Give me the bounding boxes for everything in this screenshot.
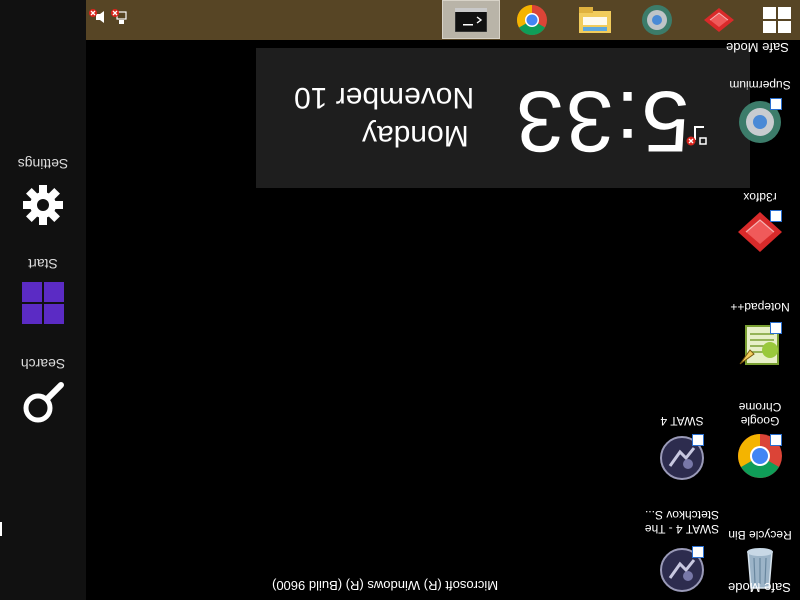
desktop-icon-label: Notepad++ — [730, 300, 790, 314]
taskbar — [0, 0, 800, 40]
cmd-icon — [455, 7, 487, 32]
charm-start[interactable]: Start — [0, 252, 86, 342]
safe-mode-label-bottom: Safe Mode — [728, 580, 791, 595]
desktop-icon-notepad-plus-plus[interactable]: Notepad++ — [722, 298, 798, 394]
desktop-icon-label: r3dfox — [743, 190, 777, 204]
taskbar-r3dfox-button[interactable] — [690, 0, 748, 39]
charms-bar: Settings Start Search — [0, 0, 86, 600]
volume-muted-icon[interactable] — [88, 8, 106, 26]
desktop-icon-swat4[interactable]: SWAT 4 — [644, 398, 720, 494]
desktop-icon-r3dfox[interactable]: r3dfox — [722, 190, 798, 286]
desktop-icon-supermium[interactable]: Supermium — [722, 76, 798, 172]
gear-icon — [23, 185, 63, 225]
desktop-icon-google-chrome[interactable]: Google Chrome — [722, 398, 798, 494]
charm-settings-label: Settings — [17, 156, 69, 172]
shortcut-arrow-icon — [692, 434, 704, 446]
safe-mode-label-top: Safe Mode — [726, 40, 789, 55]
taskbar-command-prompt-button[interactable] — [442, 0, 500, 39]
taskbar-start-button[interactable] — [748, 0, 800, 39]
charm-settings[interactable]: Settings — [0, 150, 86, 240]
windows-logo-icon — [22, 282, 64, 324]
search-icon — [23, 382, 64, 423]
desktop-icon-label: SWAT 4 - The Stetchkov S... — [644, 508, 720, 536]
shortcut-arrow-icon — [770, 322, 782, 334]
shortcut-arrow-icon — [692, 546, 704, 558]
taskbar-chrome-button[interactable] — [503, 0, 561, 39]
taskbar-supermium-button[interactable] — [628, 0, 686, 39]
network-error-icon[interactable] — [110, 8, 128, 26]
charm-start-label: Start — [28, 256, 58, 272]
clock-panel: 5:33 Monday November 10 — [256, 48, 750, 188]
supermium-icon — [642, 4, 672, 35]
chrome-icon — [516, 4, 547, 35]
desktop-icon-label: Google Chrome — [738, 400, 782, 428]
taskbar-file-explorer-button[interactable] — [566, 0, 624, 39]
desktop-icon-label: Recycle Bin — [728, 528, 792, 542]
text-cursor — [0, 522, 2, 536]
folder-icon — [579, 6, 611, 33]
desktop-icon-swat4-stetchkov[interactable]: SWAT 4 - The Stetchkov S... — [644, 506, 720, 600]
desktop-icon-label: SWAT 4 — [660, 414, 704, 428]
shortcut-arrow-icon — [770, 98, 782, 110]
charm-search-label: Search — [20, 356, 66, 372]
desktop-screen[interactable]: Settings Start Search 5:33 Monday Novemb… — [0, 0, 800, 600]
windows-build-watermark: Microsoft (R) Windows (R) (Build 9600) — [272, 578, 499, 593]
shortcut-arrow-icon — [770, 210, 782, 222]
desktop-icon-label: Supermium — [729, 78, 791, 92]
windows-logo-icon — [763, 6, 791, 33]
r3dfox-icon — [704, 7, 734, 32]
clock-time: 5:33 — [514, 73, 690, 169]
shortcut-arrow-icon — [770, 434, 782, 446]
clock-day: Monday — [362, 119, 469, 152]
network-disconnected-icon — [686, 126, 707, 146]
charm-search[interactable]: Search — [0, 352, 86, 442]
clock-date: November 10 — [294, 81, 475, 114]
